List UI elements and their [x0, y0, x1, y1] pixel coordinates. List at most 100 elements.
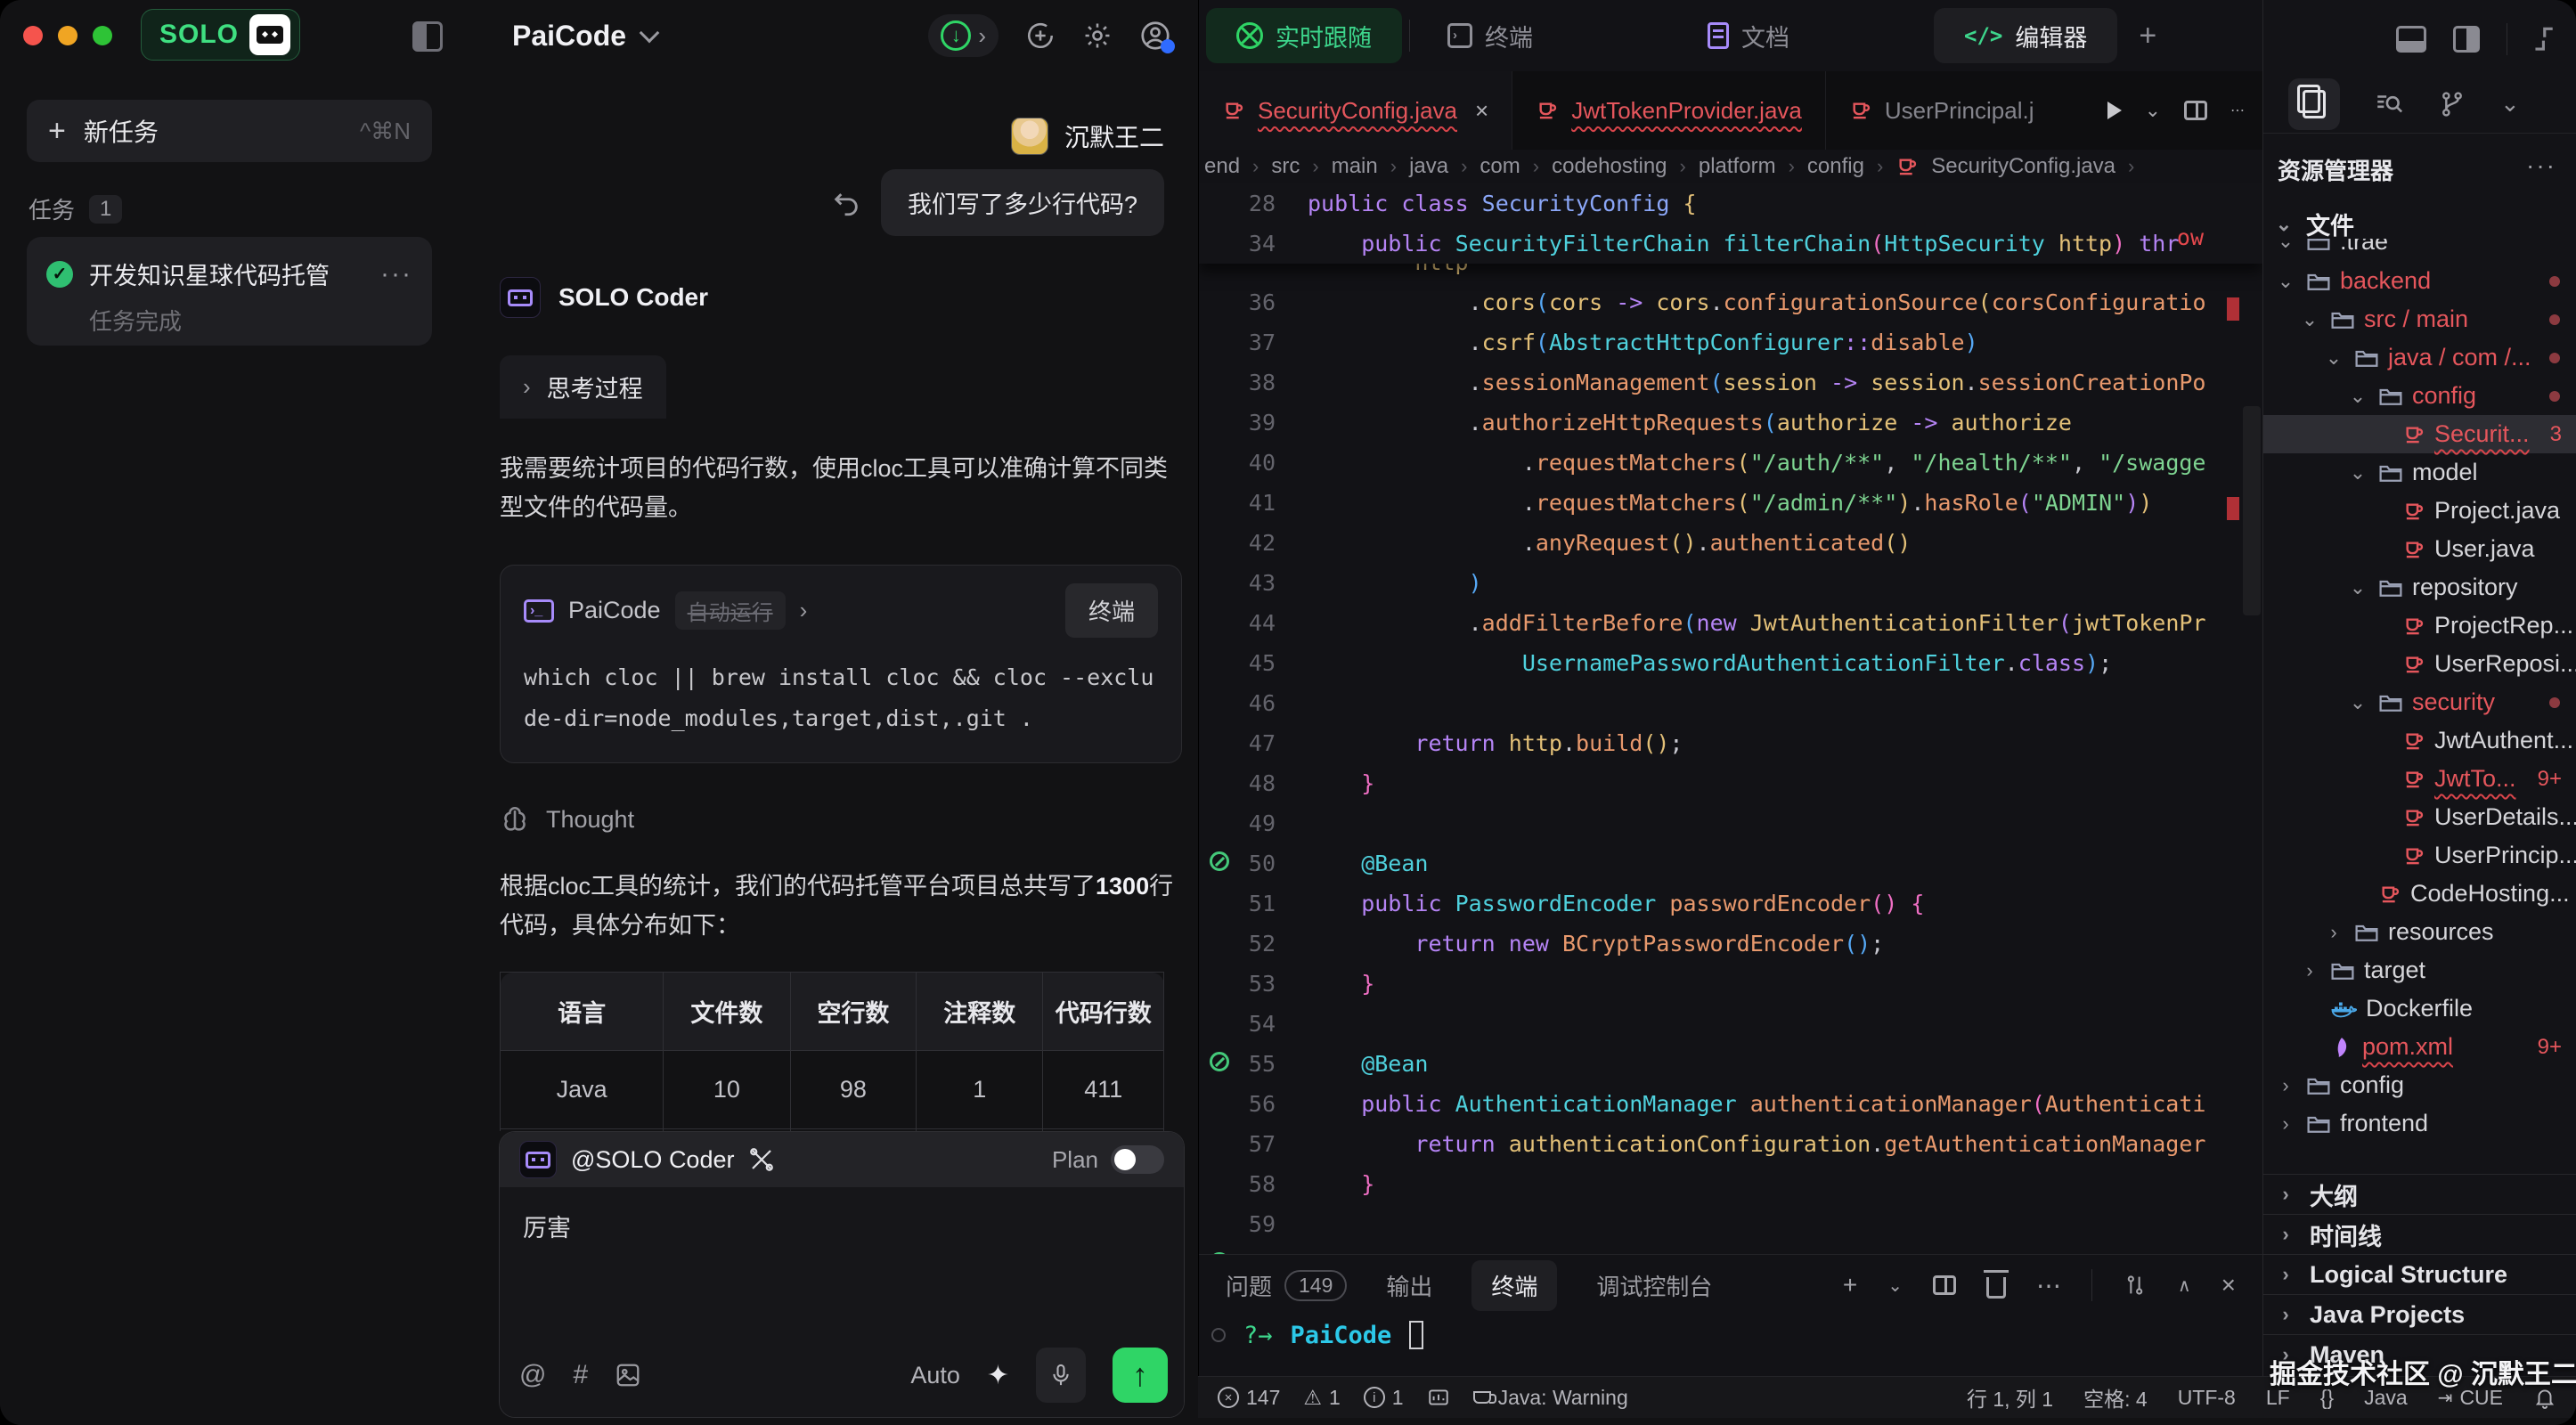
mic-button[interactable]: [1036, 1348, 1086, 1403]
spring-bean-icon[interactable]: [1210, 851, 1229, 871]
warnings-status[interactable]: ⚠1: [1303, 1386, 1340, 1410]
agent-mention[interactable]: @SOLO Coder: [571, 1146, 734, 1174]
git-branch-icon[interactable]: [2438, 90, 2466, 118]
code-line[interactable]: 59: [1199, 1204, 2262, 1244]
tree-item[interactable]: ProjectRep...: [2263, 607, 2576, 645]
tools-icon[interactable]: [748, 1146, 775, 1173]
close-panel-icon[interactable]: ×: [2221, 1271, 2236, 1299]
minimize-window-button[interactable]: [58, 26, 77, 45]
files-section-header[interactable]: ⌄ 文件: [2272, 207, 2354, 241]
follow-pill[interactable]: ↓ ›: [928, 14, 999, 57]
new-task-button[interactable]: + 新任务 ^⌘N: [27, 100, 432, 162]
chevron-right-icon[interactable]: ›: [800, 597, 808, 624]
tab-output[interactable]: 输出: [1386, 1269, 1432, 1302]
tab-terminal-panel[interactable]: 终端: [1471, 1260, 1557, 1311]
chevron-down-icon[interactable]: ⌄: [1887, 1274, 1903, 1297]
files-view-icon[interactable]: [2288, 78, 2340, 130]
tree-item[interactable]: Securit...3: [2263, 415, 2576, 453]
code-line[interactable]: 38.sessionManagement(session -> session.…: [1199, 362, 2262, 403]
tree-item[interactable]: UserReposi...: [2263, 645, 2576, 683]
ports-icon[interactable]: [1427, 1386, 1450, 1409]
code-line[interactable]: 45UsernamePasswordAuthenticationFilter.c…: [1199, 643, 2262, 683]
tab-live-follow[interactable]: 实时跟随: [1206, 8, 1402, 63]
open-terminal-button[interactable]: 终端: [1065, 583, 1158, 638]
chat-messages[interactable]: 沉默王二 我们写了多少行代码? SOLO Coder › 思考过程 我需要统计项…: [466, 71, 1198, 1131]
java-status[interactable]: Java: Warning: [1473, 1386, 1628, 1410]
tree-item[interactable]: ›frontend: [2263, 1104, 2576, 1143]
tree-item[interactable]: ›target: [2263, 951, 2576, 989]
run-icon[interactable]: [2107, 102, 2122, 119]
tree-item[interactable]: UserDetails...: [2263, 798, 2576, 836]
send-button[interactable]: ↑: [1113, 1348, 1168, 1403]
tree-item[interactable]: ⌄.trae: [2263, 239, 2576, 262]
maximize-panel-icon[interactable]: ∧: [2178, 1274, 2191, 1297]
hash-icon[interactable]: #: [573, 1360, 588, 1390]
tab-debug-console[interactable]: 调试控制台: [1596, 1269, 1712, 1302]
close-icon[interactable]: ×: [1475, 97, 1488, 125]
breadcrumb-item[interactable]: platform: [1699, 154, 1776, 179]
file-tab-userprincipal[interactable]: UserPrincipal.j: [1826, 71, 2058, 150]
section-大纲[interactable]: ›大纲: [2263, 1174, 2576, 1214]
toggle-right-panel-icon[interactable]: [2453, 26, 2480, 53]
tree-item[interactable]: ›resources: [2263, 913, 2576, 951]
thinking-toggle[interactable]: › 思考过程: [500, 355, 666, 419]
tree-item[interactable]: JwtTo...9+: [2263, 760, 2576, 798]
code-line[interactable]: 56public AuthenticationManager authentic…: [1199, 1084, 2262, 1124]
more-actions-icon[interactable]: ⋯: [2036, 1271, 2061, 1300]
new-terminal-icon[interactable]: +: [1843, 1271, 1857, 1299]
tab-docs[interactable]: 文档: [1677, 8, 1820, 63]
image-icon[interactable]: [615, 1362, 641, 1388]
code-line[interactable]: 47return http.build();: [1199, 723, 2262, 763]
zoom-window-button[interactable]: [93, 26, 112, 45]
file-tab-securityconfig[interactable]: SecurityConfig.java ×: [1199, 71, 1512, 150]
code-line[interactable]: 51public PasswordEncoder passwordEncoder…: [1199, 884, 2262, 924]
close-window-button[interactable]: [23, 26, 43, 45]
code-line[interactable]: 28public class SecurityConfig {: [1199, 183, 2262, 224]
code-line[interactable]: 40.requestMatchers("/auth/**", "/health/…: [1199, 443, 2262, 483]
code-line[interactable]: 39.authorizeHttpRequests(authorize -> au…: [1199, 403, 2262, 443]
code-line[interactable]: 41.requestMatchers("/admin/**").hasRole(…: [1199, 483, 2262, 523]
chevron-down-icon[interactable]: [640, 23, 660, 44]
code-line[interactable]: 34public SecurityFilterChain filterChain…: [1199, 224, 2262, 264]
add-tab-icon[interactable]: +: [2124, 19, 2171, 53]
tab-problems[interactable]: 问题 149: [1226, 1269, 1347, 1302]
toggle-bottom-panel-icon[interactable]: [2396, 26, 2426, 53]
new-chat-icon[interactable]: [1025, 20, 1056, 51]
tree-item[interactable]: JwtAuthent...: [2263, 721, 2576, 760]
code-line[interactable]: 55@Bean: [1199, 1044, 2262, 1084]
code-line[interactable]: http: [1199, 264, 2262, 282]
breadcrumb-item[interactable]: end: [1204, 154, 1240, 179]
tree-item[interactable]: Dockerfile: [2263, 989, 2576, 1028]
split-editor-icon[interactable]: [2184, 101, 2207, 120]
tree-item[interactable]: ⌄config: [2263, 377, 2576, 415]
gear-icon[interactable]: [1082, 20, 1113, 51]
code-line[interactable]: 43): [1199, 563, 2262, 603]
code-line[interactable]: 58}: [1199, 1164, 2262, 1204]
tree-item[interactable]: ⌄repository: [2263, 568, 2576, 607]
task-card[interactable]: ✓ 开发知识星球代码托管 ··· 任务完成: [27, 237, 432, 346]
code-line[interactable]: 42.anyRequest().authenticated(): [1199, 523, 2262, 563]
section-时间线[interactable]: ›时间线: [2263, 1214, 2576, 1254]
chevron-down-icon[interactable]: ⌄: [2500, 90, 2520, 118]
tree-item[interactable]: ⌄java / com /...: [2263, 338, 2576, 377]
breadcrumb-item[interactable]: src: [1271, 154, 1300, 179]
explorer-more-icon[interactable]: ···: [2526, 151, 2556, 180]
undo-icon[interactable]: [831, 188, 861, 218]
tree-item[interactable]: ⌄backend: [2263, 262, 2576, 300]
sidebar-toggle-icon[interactable]: [412, 21, 443, 52]
split-terminal-icon[interactable]: [1933, 1275, 1956, 1295]
trash-icon[interactable]: [1986, 1277, 2006, 1299]
tree-item[interactable]: ⌄src / main: [2263, 300, 2576, 338]
tree-item[interactable]: Project.java: [2263, 492, 2576, 530]
account-icon[interactable]: [1139, 20, 1171, 52]
breadcrumb[interactable]: end›src›main›java›com›codehosting›platfo…: [1199, 150, 2262, 183]
encoding[interactable]: UTF-8: [2178, 1386, 2236, 1410]
breadcrumb-item[interactable]: main: [1332, 154, 1378, 179]
code-line[interactable]: 54: [1199, 1004, 2262, 1044]
tree-item[interactable]: ›config: [2263, 1066, 2576, 1104]
breadcrumb-item[interactable]: java: [1409, 154, 1448, 179]
model-auto-selector[interactable]: Auto: [910, 1362, 960, 1389]
section-Logical Structure[interactable]: ›Logical Structure: [2263, 1254, 2576, 1294]
indent-setting[interactable]: 空格: 4: [2083, 1382, 2148, 1413]
terminal-content[interactable]: ?→ PaiCode: [1199, 1315, 2262, 1349]
